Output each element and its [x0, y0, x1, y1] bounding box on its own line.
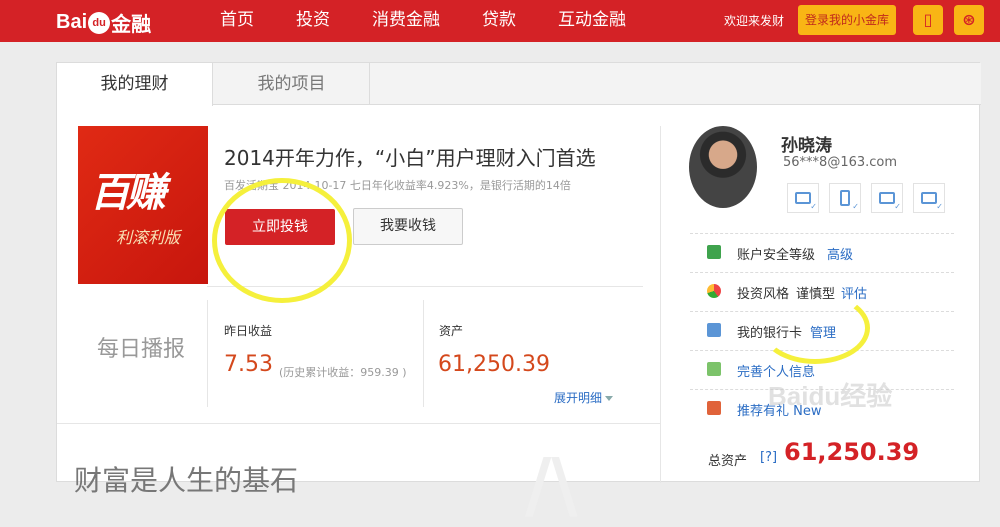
chevron-down-icon: [605, 396, 614, 401]
product-image-subtitle: 利滚利版: [116, 228, 181, 247]
tab-my-finance[interactable]: 我的理财: [57, 63, 213, 106]
baidu-jingyan-watermark: Baidu经验: [768, 381, 893, 411]
product-title: 2014开年力作，“小白”用户理财入门首选: [224, 146, 596, 170]
tab-bar: 我的理财 我的项目: [57, 63, 981, 106]
check-icon: ✓: [894, 202, 901, 211]
check-icon: ✓: [936, 202, 943, 211]
withdraw-button[interactable]: 我要收钱: [353, 208, 463, 245]
expand-details-link[interactable]: 展开明细: [554, 389, 614, 406]
divider: [207, 300, 208, 407]
product-image[interactable]: 百赚 利滚利版: [78, 126, 208, 284]
assets-label: 资产: [439, 324, 464, 338]
nav-interactive-finance[interactable]: 互动金融: [558, 0, 626, 42]
assets-value: 61,250.39: [438, 352, 550, 377]
pie-chart-icon: [707, 284, 721, 298]
total-assets-label: 总资产: [708, 454, 748, 469]
security-level-label: 账户安全等级: [737, 248, 816, 263]
total-assets-value: 61,250.39: [784, 438, 920, 466]
avatar[interactable]: [689, 126, 757, 208]
login-vault-button[interactable]: 登录我的小金库: [798, 5, 896, 35]
verification-icons: ✓ ✓ ✓ ✓: [787, 183, 955, 213]
check-icon: ✓: [810, 202, 817, 211]
gift-icon: [707, 401, 721, 415]
divider: [57, 423, 660, 424]
id-card-icon[interactable]: ✓: [787, 183, 819, 213]
mail-glyph: [921, 192, 937, 204]
help-icon[interactable]: [?]: [760, 450, 777, 465]
user-profile-icon: [707, 362, 721, 376]
mobile-glyph: [840, 190, 850, 206]
nav-loans[interactable]: 贷款: [482, 0, 516, 42]
yesterday-earnings-value: 7.53: [224, 352, 273, 377]
id-card-glyph: [795, 192, 811, 204]
bank-card-icon: [707, 323, 721, 337]
baidu-finance-logo[interactable]: Bai du 金融: [56, 8, 151, 37]
user-email: 56***8@163.com: [783, 155, 898, 170]
wealth-slogan: 财富是人生的基石: [74, 464, 299, 497]
security-level-value[interactable]: 高级: [827, 244, 853, 263]
yesterday-earnings-label: 昨日收益: [224, 324, 273, 338]
history-earnings-note: (历史累计收益：959.39 ): [279, 366, 407, 379]
main-nav: 首页 投资 消费金融 贷款 互动金融: [220, 0, 668, 42]
paw-logo-icon: du: [88, 11, 111, 34]
bank-card-icon[interactable]: ✓: [871, 183, 903, 213]
shield-icon: [707, 245, 721, 259]
bank-card-glyph: [879, 192, 895, 204]
top-navigation-bar: Bai du 金融 首页 投资 消费金融 贷款 互动金融 欢迎来发财 登录我的小…: [0, 0, 1000, 42]
phone-icon[interactable]: ▯: [913, 5, 943, 35]
logo-text-finance: 金融: [111, 14, 152, 36]
tab-my-projects[interactable]: 我的项目: [214, 63, 370, 105]
mobile-icon[interactable]: ✓: [829, 183, 861, 213]
nav-invest[interactable]: 投资: [296, 0, 330, 42]
nav-consumer-finance[interactable]: 消费金融: [372, 0, 440, 42]
annotation-circle-bank-card: [760, 292, 870, 364]
daily-report-title: 每日播报: [97, 337, 186, 362]
weibo-icon[interactable]: ⊛: [954, 5, 984, 35]
user-name: 孙晓涛: [781, 136, 832, 156]
nav-home[interactable]: 首页: [220, 0, 254, 42]
product-image-title: 百赚: [90, 169, 166, 216]
divider: [660, 126, 661, 483]
welcome-text: 欢迎来发财: [724, 14, 785, 28]
expand-details-label: 展开明细: [554, 391, 603, 405]
logo-text-bai: Bai: [56, 11, 88, 33]
divider: [423, 300, 424, 407]
annotation-circle-invest: [212, 178, 352, 303]
security-level-row: 账户安全等级 高级: [690, 233, 954, 271]
background-letter-graphic: /\: [525, 443, 578, 527]
check-icon: ✓: [852, 202, 859, 211]
mail-icon[interactable]: ✓: [913, 183, 945, 213]
